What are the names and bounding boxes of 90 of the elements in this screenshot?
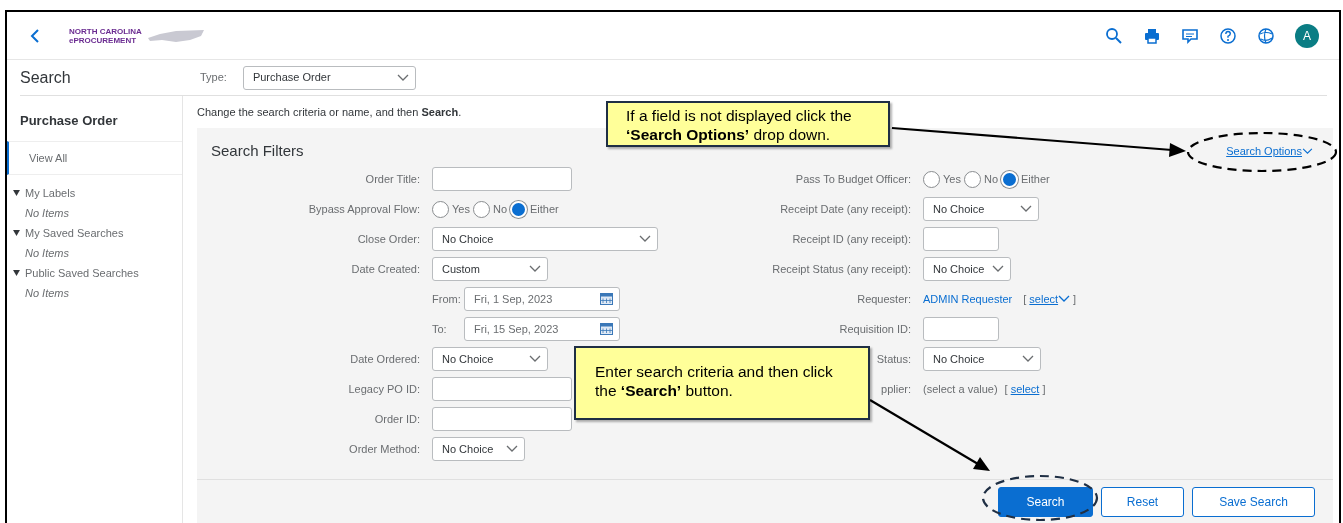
field-label: To: [432, 321, 448, 337]
dropdown[interactable]: No Choice [432, 347, 548, 371]
instruction-text: Change the search criteria or name, and then Search. [197, 106, 462, 118]
calendar-icon[interactable] [600, 293, 613, 305]
chevron-down-icon [1022, 355, 1034, 363]
date-field[interactable]: Fri, 15 Sep, 2023 [464, 317, 620, 341]
chevron-down-icon [1020, 205, 1032, 213]
date-field[interactable]: Fri, 1 Sep, 2023 [464, 287, 620, 311]
empty-text: No Items [24, 286, 70, 301]
dropdown[interactable]: Custom [432, 257, 548, 281]
field-label: Order Method: [349, 441, 420, 457]
field-label: Status: [876, 351, 911, 367]
input-field[interactable] [432, 167, 572, 191]
field-label: Order Title: [365, 171, 420, 187]
select-link[interactable]: select [1010, 380, 1040, 398]
option-label: No [492, 201, 507, 217]
bracket-text: [ [1023, 291, 1027, 307]
dropdown[interactable]: No Choice [432, 227, 658, 251]
input-field[interactable] [432, 407, 572, 431]
callout-note: If a field is not displayed click the ‘Search Options’ drop down. [606, 101, 890, 147]
globe-icon[interactable] [1257, 26, 1275, 45]
logo-text: ePROCUREMENT [69, 35, 138, 45]
chevron-down-icon [639, 235, 651, 243]
type-dropdown[interactable]: Purchase Order [242, 65, 416, 90]
dropdown[interactable]: No Choice [923, 347, 1041, 371]
field-label: Requisition ID: [839, 321, 911, 337]
option-label: Either [1021, 171, 1050, 187]
logo-text: NORTH CAROLINA [69, 26, 142, 36]
field-label: Date Ordered: [350, 351, 420, 367]
action-button[interactable]: Reset [1101, 487, 1184, 517]
select-link[interactable]: select [1029, 290, 1071, 308]
empty-text: No Items [24, 206, 70, 221]
field-label: Bypass Approval Flow: [308, 201, 420, 217]
help-icon[interactable] [1219, 26, 1237, 45]
radio-button[interactable] [963, 170, 981, 188]
radio-button[interactable] [472, 200, 490, 218]
sidebar-group[interactable]: My Labels [7, 183, 182, 203]
input-field[interactable] [432, 377, 572, 401]
field-label: Pass To Budget Officer: [795, 171, 911, 187]
bracket-text: ] [1042, 381, 1046, 397]
option-label: Yes [943, 171, 961, 187]
field-label: Receipt Date (any receipt): [780, 201, 911, 217]
search-options-link[interactable]: Search Options [1226, 142, 1319, 160]
input-field[interactable] [923, 317, 999, 341]
chat-icon[interactable] [1181, 26, 1199, 45]
dropdown[interactable]: No Choice [923, 197, 1039, 221]
chevron-down-icon [396, 73, 409, 82]
option-label: Either [530, 201, 559, 217]
field-label: Close Order: [357, 231, 420, 247]
section-title: Search Filters [211, 140, 304, 161]
option-label: No [983, 171, 998, 187]
requester-link[interactable]: ADMIN Requester [923, 290, 1013, 308]
chevron-down-icon [1058, 295, 1071, 303]
avatar[interactable]: A [1295, 23, 1319, 48]
chevron-down-icon [506, 445, 518, 453]
field-label: Order ID: [374, 411, 420, 427]
radio-button[interactable] [923, 170, 940, 188]
field-label: Date Created: [351, 261, 420, 277]
sidebar-group[interactable]: Public Saved Searches [7, 263, 182, 283]
callout-note: Enter search criteria and then click the ‘Search’ button. [574, 346, 870, 420]
field-label: pplier: [881, 381, 911, 397]
type-label: Type: [200, 70, 227, 86]
empty-text: No Items [24, 246, 70, 261]
input-field[interactable] [923, 227, 999, 251]
sidebar-title: Purchase Order [19, 112, 119, 130]
dropdown[interactable]: No Choice [923, 257, 1011, 281]
sidebar-group[interactable]: My Saved Searches [7, 223, 182, 243]
search-button[interactable]: Search [998, 487, 1093, 517]
printer-icon[interactable] [1143, 26, 1161, 45]
chevron-down-icon [529, 355, 541, 363]
option-label: Yes [452, 201, 470, 217]
field-label: From: [432, 291, 462, 307]
bracket-text: ] [1073, 291, 1077, 307]
state-map-icon [145, 27, 206, 44]
calendar-icon[interactable] [600, 323, 613, 335]
bracket-text: [ [1004, 381, 1008, 397]
field-label: Legacy PO ID: [348, 381, 420, 397]
dropdown[interactable]: No Choice [432, 437, 525, 461]
field-label: Receipt Status (any receipt): [772, 261, 911, 277]
sidebar-item[interactable]: View All [7, 140, 182, 175]
radio-button[interactable] [432, 200, 449, 218]
value-text: (select a value) [923, 381, 998, 397]
action-button[interactable]: Save Search [1192, 487, 1315, 517]
chevron-down-icon [529, 265, 541, 273]
field-label: Receipt ID (any receipt): [792, 231, 911, 247]
search-icon[interactable] [1105, 26, 1123, 45]
chevron-down-icon [1302, 147, 1313, 155]
page-title: Search [20, 67, 72, 88]
chevron-down-icon [992, 265, 1004, 273]
field-label: Requester: [857, 291, 911, 307]
